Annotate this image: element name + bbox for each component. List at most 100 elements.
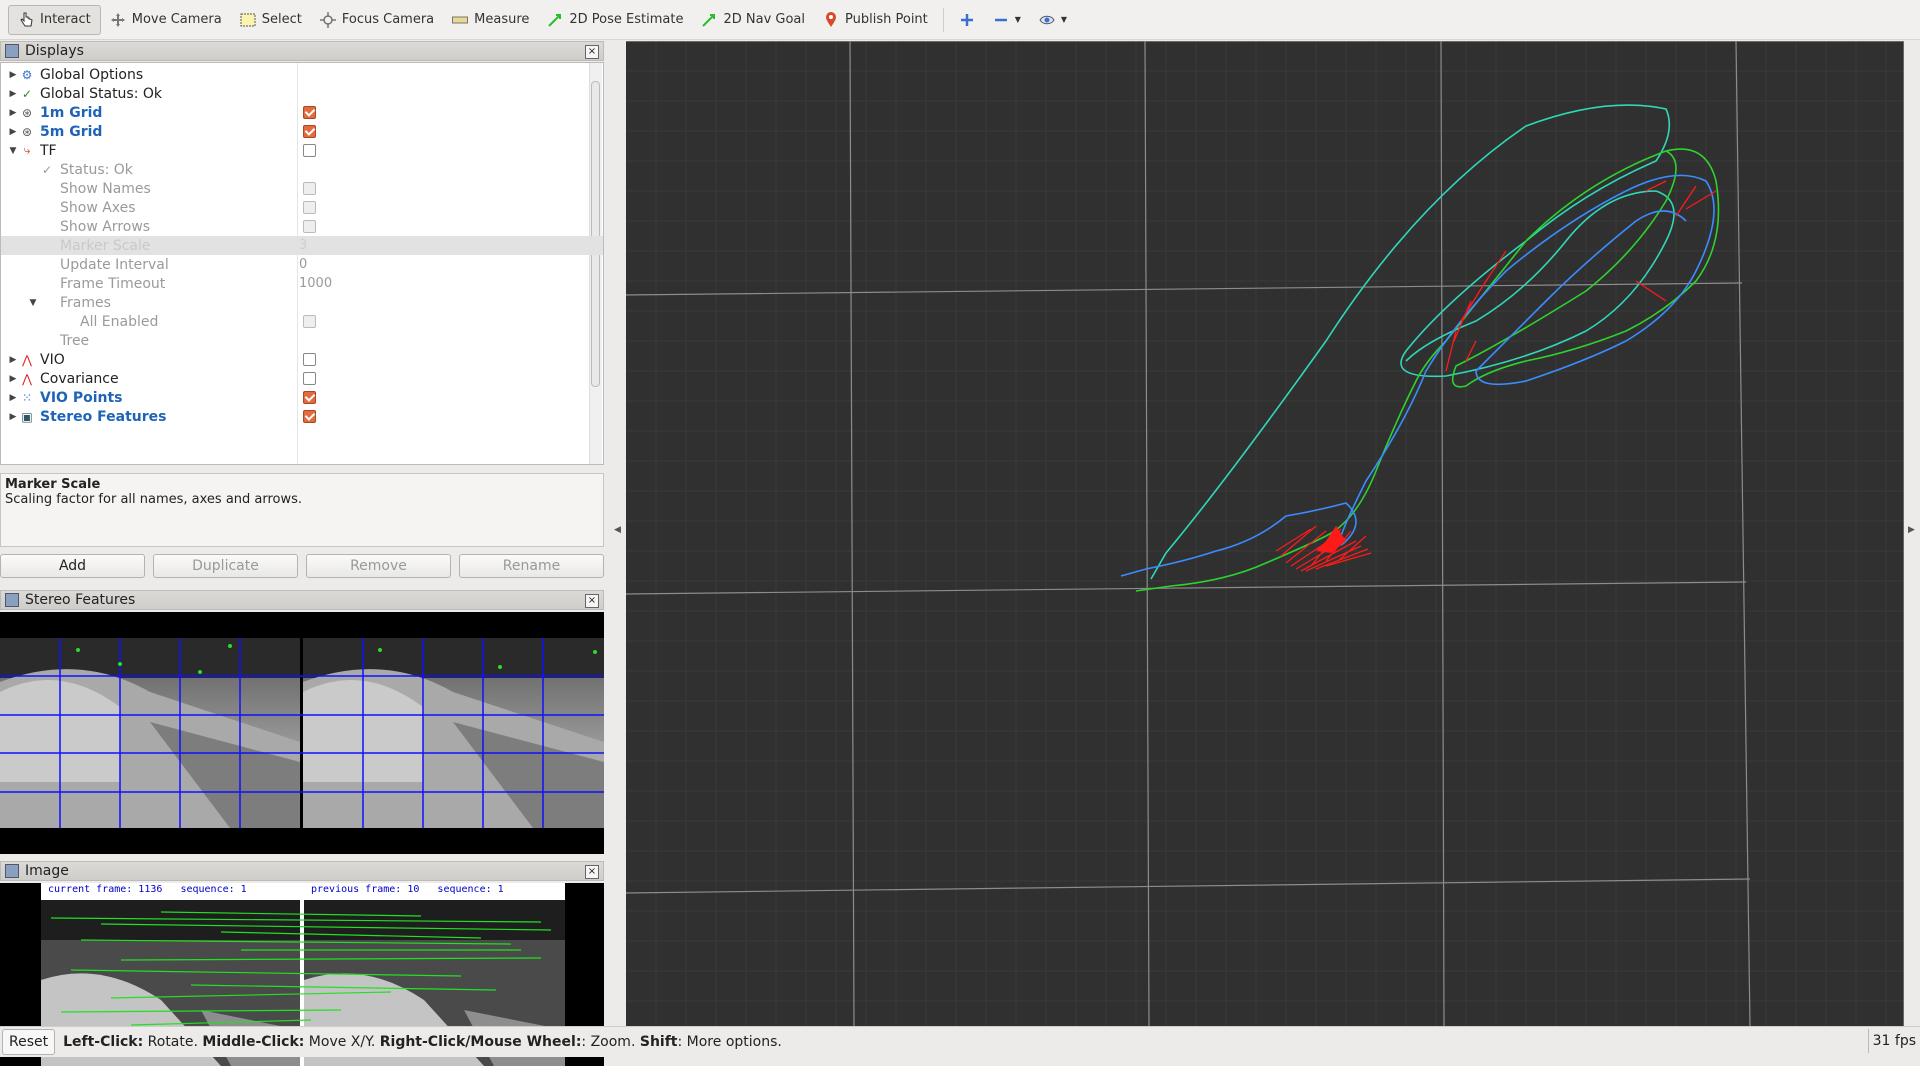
row-icon-spacer [39, 258, 55, 272]
property-value[interactable]: 0 [299, 257, 307, 272]
display-row-label: All Enabled [80, 313, 159, 330]
display-row[interactable]: ✓ Status: Ok [1, 160, 603, 179]
display-row[interactable]: ▶ ⊛ 1m Grid [1, 103, 603, 122]
select-label: Select [261, 12, 302, 27]
expand-right-icon[interactable]: ▶ [7, 70, 19, 80]
hint-right-click: Right-Click/Mouse Wheel: [379, 1034, 582, 1050]
expand-right-icon[interactable]: ▶ [7, 89, 19, 99]
move-camera-tool[interactable]: Move Camera [101, 5, 231, 35]
enable-checkbox[interactable] [303, 220, 316, 233]
display-row[interactable]: Frame Timeout 1000 [1, 274, 603, 293]
enable-checkbox[interactable] [303, 182, 316, 195]
enable-checkbox[interactable] [303, 410, 316, 423]
left-dock: Displays × ▶ ⚙ Global Options ▶ ✓ Global Stat… [0, 41, 608, 1066]
enable-checkbox[interactable] [303, 201, 316, 214]
display-row[interactable]: ▶ ⁙ VIO Points [1, 388, 603, 407]
row-icon-spacer [39, 334, 55, 348]
expand-down-icon[interactable]: ▼ [27, 298, 39, 308]
display-row[interactable]: Marker Scale 3 [1, 236, 603, 255]
3d-render-view[interactable] [626, 41, 1904, 1026]
display-row[interactable]: Show Names [1, 179, 603, 198]
expand-right-icon[interactable]: ▶ [7, 374, 19, 384]
ruler-icon [452, 12, 469, 28]
property-value[interactable]: 1000 [299, 276, 332, 291]
right-dock-collapse[interactable]: ▶ [1904, 41, 1920, 1026]
enable-checkbox[interactable] [303, 125, 316, 138]
enable-checkbox[interactable] [303, 106, 316, 119]
expand-right-icon[interactable]: ▶ [7, 127, 19, 137]
display-row-label: Tree [60, 332, 90, 349]
close-icon[interactable]: × [585, 594, 599, 608]
hint-middle-click: Middle-Click: [202, 1034, 305, 1050]
remove-button[interactable]: Remove [306, 554, 451, 578]
axes-icon: ⤷ [23, 143, 31, 157]
enable-checkbox[interactable] [303, 144, 316, 157]
display-row[interactable]: ▼ ⤷ TF [1, 141, 603, 160]
display-row[interactable]: All Enabled [1, 312, 603, 331]
display-row-label: VIO [40, 351, 65, 368]
display-row[interactable]: Show Arrows [1, 217, 603, 236]
2d-nav-goal-tool[interactable]: 2D Nav Goal [692, 5, 814, 35]
display-row-label: 5m Grid [40, 123, 103, 140]
display-row[interactable]: ▶ ⋀ VIO [1, 350, 603, 369]
move-camera-label: Move Camera [131, 12, 222, 27]
enable-checkbox[interactable] [303, 353, 316, 366]
measure-tool[interactable]: Measure [443, 5, 538, 35]
expand-right-icon[interactable]: ▶ [7, 393, 19, 403]
hint-middle-click-desc: Move X/Y. [304, 1034, 380, 1050]
displays-tree[interactable]: ▶ ⚙ Global Options ▶ ✓ Global Status: Ok ▶ ⊛ 1m … [0, 62, 604, 465]
property-description: Marker Scale Scaling factor for all name… [0, 473, 604, 547]
check-icon: ✓ [21, 86, 33, 101]
hint-left-click-desc: Rotate. [143, 1034, 203, 1050]
display-row[interactable]: ▶ ▣ Stereo Features [1, 407, 603, 426]
expand-right-icon[interactable]: ▶ [7, 108, 19, 118]
property-value[interactable]: 3 [299, 238, 307, 253]
close-icon[interactable]: × [585, 45, 599, 59]
display-row[interactable]: ▶ ⋀ Covariance [1, 369, 603, 388]
display-row-label: VIO Points [40, 389, 123, 406]
expand-right-icon[interactable]: ▶ [7, 412, 19, 422]
display-row-label: Frames [60, 294, 111, 311]
dock-splitter[interactable]: ◀ [608, 41, 626, 1026]
publish-point-label: Publish Point [845, 12, 928, 27]
enable-checkbox[interactable] [303, 315, 316, 328]
display-row-label: Marker Scale [60, 237, 151, 254]
add-tool-button[interactable] [950, 5, 984, 35]
display-row-label: Update Interval [60, 256, 169, 273]
duplicate-button[interactable]: Duplicate [153, 554, 298, 578]
check-icon: ✓ [41, 162, 53, 177]
interact-tool[interactable]: Interact [8, 4, 101, 35]
display-row[interactable]: ▼ Frames [1, 293, 603, 312]
display-row[interactable]: ▶ ✓ Global Status: Ok [1, 84, 603, 103]
hint-shift-desc: : More options. [677, 1034, 782, 1050]
stereo-features-image [0, 612, 604, 854]
displays-panel-header: Displays × [0, 41, 604, 61]
expand-down-icon[interactable]: ▼ [7, 146, 19, 156]
row-icon-spacer [39, 239, 55, 253]
remove-tool-dropdown[interactable]: ▼ [984, 5, 1030, 35]
publish-point-tool[interactable]: Publish Point [814, 5, 937, 35]
display-row[interactable]: Update Interval 0 [1, 255, 603, 274]
close-icon[interactable]: × [585, 865, 599, 879]
view-tool-dropdown[interactable]: ▼ [1030, 5, 1076, 35]
enable-checkbox[interactable] [303, 372, 316, 385]
collapse-right-icon[interactable]: ▶ [1908, 525, 1915, 535]
collapse-left-icon[interactable]: ◀ [614, 525, 621, 535]
stereo-features-panel-header: Stereo Features × [0, 590, 604, 610]
reset-button[interactable]: Reset [2, 1029, 56, 1055]
display-row[interactable]: Show Axes [1, 198, 603, 217]
focus-camera-tool[interactable]: Focus Camera [311, 5, 443, 35]
display-row[interactable]: ▶ ⊛ 5m Grid [1, 122, 603, 141]
enable-checkbox[interactable] [303, 391, 316, 404]
grid-icon: ⊛ [21, 124, 33, 139]
add-button[interactable]: Add [0, 554, 145, 578]
display-row[interactable]: Tree [1, 331, 603, 350]
row-icon-spacer [39, 182, 55, 196]
2d-pose-estimate-tool[interactable]: 2D Pose Estimate [538, 5, 692, 35]
expand-right-icon[interactable]: ▶ [7, 355, 19, 365]
select-tool[interactable]: Select [231, 5, 311, 35]
settings-icon: ⚙ [21, 67, 33, 82]
monitor-icon [5, 44, 19, 58]
display-row[interactable]: ▶ ⚙ Global Options [1, 65, 603, 84]
rename-button[interactable]: Rename [459, 554, 604, 578]
